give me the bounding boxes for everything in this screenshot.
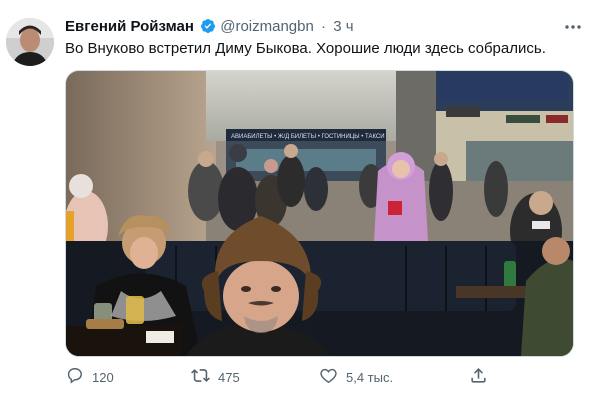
author-name[interactable]: Евгений Ройзман — [65, 18, 194, 35]
like-button[interactable]: 5,4 тыс. — [319, 362, 393, 392]
timestamp[interactable]: 3 ч — [333, 18, 353, 35]
tweet-photo[interactable]: АВИАБИЛЕТЫ • Ж/Д БИЛЕТЫ • ГОСТИНИЦЫ • ТА… — [65, 70, 574, 357]
retweet-button[interactable]: 475 — [191, 362, 240, 392]
avatar-image — [6, 18, 54, 66]
avatar[interactable] — [6, 18, 54, 66]
reply-icon — [65, 366, 84, 388]
tweet-actions: 120 475 5,4 тыс. — [65, 362, 572, 392]
verified-badge-icon — [200, 18, 216, 40]
tweet[interactable]: Евгений Ройзман @roizmangbn · 3 ч Во Вну… — [0, 0, 590, 402]
more-icon[interactable] — [562, 17, 584, 37]
author-handle[interactable]: @roizmangbn — [220, 18, 314, 35]
photo-illustration: АВИАБИЛЕТЫ • Ж/Д БИЛЕТЫ • ГОСТИНИЦЫ • ТА… — [66, 71, 573, 356]
reply-count: 120 — [92, 369, 114, 385]
share-button[interactable] — [469, 362, 488, 392]
tweet-text: Во Внуково встретил Диму Быкова. Хорошие… — [65, 40, 546, 57]
like-count: 5,4 тыс. — [346, 369, 394, 385]
counter-sign: АВИАБИЛЕТЫ • Ж/Д БИЛЕТЫ • ГОСТИНИЦЫ • ТА… — [231, 134, 385, 140]
share-icon — [469, 366, 488, 388]
reply-button[interactable]: 120 — [65, 362, 114, 392]
retweet-icon — [191, 366, 210, 388]
heart-icon — [319, 366, 338, 388]
tweet-header: Евгений Ройзман @roizmangbn · 3 ч — [65, 17, 580, 39]
separator: · — [321, 18, 327, 35]
retweet-count: 475 — [218, 369, 240, 385]
